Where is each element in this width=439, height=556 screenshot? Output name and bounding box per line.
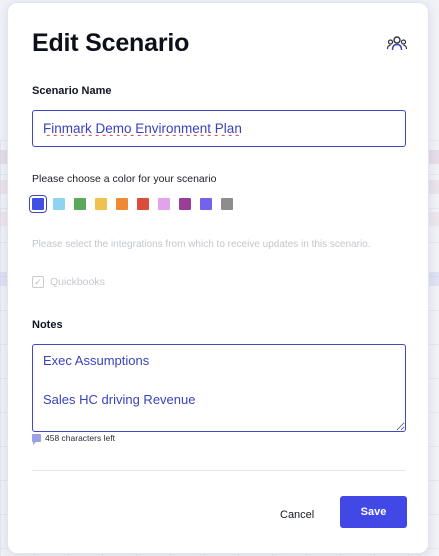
color-swatch[interactable] xyxy=(74,198,86,210)
scenario-name-input[interactable] xyxy=(32,110,406,147)
color-swatch[interactable] xyxy=(29,195,47,213)
color-swatch[interactable] xyxy=(53,198,65,210)
scenario-name-label: Scenario Name xyxy=(32,85,112,97)
modal-title: Edit Scenario xyxy=(32,29,190,57)
integrations-description: Please select the integrations from whic… xyxy=(32,239,371,250)
save-button[interactable]: Save xyxy=(340,496,407,528)
color-swatch[interactable] xyxy=(95,198,107,210)
people-group-icon[interactable] xyxy=(386,33,408,55)
notes-label: Notes xyxy=(32,319,63,331)
chars-left-indicator: 458 characters left xyxy=(32,433,115,445)
checkbox[interactable]: ✓ xyxy=(32,276,44,288)
color-swatch[interactable] xyxy=(116,198,128,210)
color-swatch[interactable] xyxy=(221,198,233,210)
color-swatch[interactable] xyxy=(137,198,149,210)
chat-bubble-icon xyxy=(32,434,41,445)
chars-left-text: 458 characters left xyxy=(45,433,115,443)
color-prompt: Please choose a color for your scenario xyxy=(32,173,217,185)
cancel-button[interactable]: Cancel xyxy=(270,500,324,530)
edit-scenario-modal: Edit Scenario Scenario Name Please choos… xyxy=(7,2,429,554)
notes-textarea[interactable]: Exec Assumptions Sales HC driving Revenu… xyxy=(32,344,406,432)
integration-option-quickbooks[interactable]: ✓ Quickbooks xyxy=(32,276,105,288)
color-swatch[interactable] xyxy=(179,198,191,210)
color-swatch-list xyxy=(29,195,233,213)
color-swatch[interactable] xyxy=(158,198,170,210)
integration-label: Quickbooks xyxy=(50,276,105,288)
footer-divider xyxy=(32,470,406,471)
color-swatch[interactable] xyxy=(200,198,212,210)
